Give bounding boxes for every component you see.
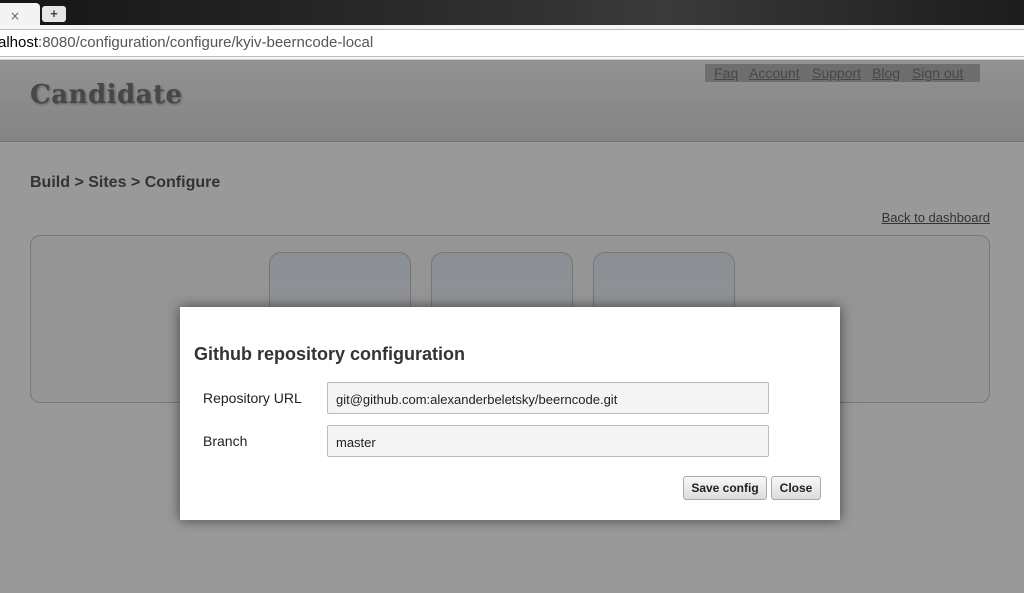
save-config-button[interactable]: Save config — [683, 476, 767, 500]
repository-url-input[interactable]: git@github.com:alexanderbeletsky/beernco… — [327, 382, 769, 414]
branch-input[interactable]: master — [327, 425, 769, 457]
close-tab-icon[interactable]: × — [10, 9, 20, 23]
branch-label: Branch — [203, 433, 248, 449]
browser-tab[interactable]: × — [0, 3, 40, 25]
dialog-title: Github repository configuration — [194, 344, 465, 364]
url-path: :8080/configuration/configure/kyiv-beern… — [38, 34, 374, 51]
url-text: alhost:8080/configuration/configure/kyiv… — [0, 34, 373, 51]
url-host: alhost — [0, 34, 39, 51]
close-button[interactable]: Close — [771, 476, 821, 500]
url-input[interactable]: alhost:8080/configuration/configure/kyiv… — [0, 29, 1024, 57]
github-config-dialog: Github repository configuration Reposito… — [180, 307, 840, 520]
address-bar: alhost:8080/configuration/configure/kyiv… — [0, 25, 1024, 60]
repository-url-label: Repository URL — [203, 390, 302, 406]
browser-tab-strip: × + — [0, 0, 1024, 25]
new-tab-button[interactable]: + — [42, 6, 66, 22]
